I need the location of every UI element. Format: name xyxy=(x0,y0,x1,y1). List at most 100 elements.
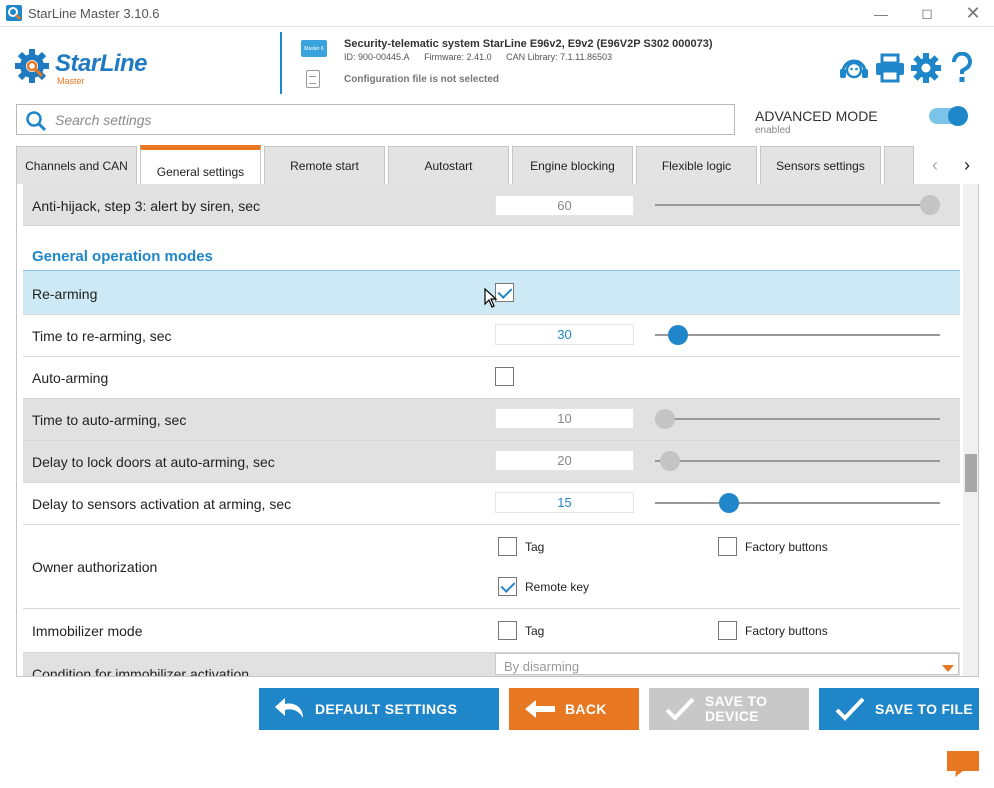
tab-scroll-right-icon[interactable]: › xyxy=(956,152,978,178)
slider-thumb[interactable] xyxy=(655,409,675,429)
auto-arming-checkbox[interactable] xyxy=(495,367,514,386)
tab-flexible-logic[interactable]: Flexible logic xyxy=(636,146,757,184)
firmware-version: Firmware: 2.41.0 xyxy=(424,52,492,62)
time-re-arming-label: Time to re-arming, sec xyxy=(32,328,172,344)
save-to-file-label: SAVE TO FILE xyxy=(875,701,973,717)
gear-icon[interactable] xyxy=(910,52,942,84)
settings-panel: Anti-hijack, step 3: alert by siren, sec… xyxy=(16,184,979,677)
save-to-file-button[interactable]: SAVE TO FILE xyxy=(819,688,979,730)
system-meta: ID: 900-00445.A Firmware: 2.41.0 CAN Lib… xyxy=(344,52,624,62)
device-id: ID: 900-00445.A xyxy=(344,52,410,62)
row-time-re-arming: Time to re-arming, sec 30 xyxy=(23,315,960,357)
save-to-device-label: SAVE TO DEVICE xyxy=(705,694,767,724)
search-bar xyxy=(16,104,735,135)
save-to-device-button[interactable]: SAVE TO DEVICE xyxy=(649,688,809,730)
immobilizer-condition-dropdown[interactable]: By disarming xyxy=(495,653,959,675)
printer-icon[interactable] xyxy=(874,52,906,84)
owner-authorization-label: Owner authorization xyxy=(32,559,158,575)
immobilizer-condition-label: Condition for immobilizer activation xyxy=(32,666,250,677)
row-immobilizer-mode: Immobilizer mode Tag Factory buttons xyxy=(23,609,960,653)
back-label: BACK xyxy=(565,701,607,717)
row-delay-lock-doors: Delay to lock doors at auto-arming, sec … xyxy=(23,441,960,483)
delay-lock-doors-value[interactable]: 20 xyxy=(495,450,634,471)
chevron-down-icon xyxy=(942,665,954,672)
immobilizer-mode-label: Immobilizer mode xyxy=(32,623,143,639)
time-re-arming-slider[interactable] xyxy=(655,325,940,345)
support-icon[interactable] xyxy=(838,52,870,84)
minimize-button[interactable]: — xyxy=(858,0,904,27)
advanced-mode-toggle[interactable] xyxy=(929,106,968,126)
gear-logo-icon xyxy=(15,49,49,83)
row-immobilizer-condition: Condition for immobilizer activation By … xyxy=(23,653,960,677)
device-icon: Master 6 xyxy=(301,40,327,57)
toggle-knob xyxy=(948,106,968,126)
time-auto-arming-label: Time to auto-arming, sec xyxy=(32,412,187,428)
maximize-button[interactable]: ◻ xyxy=(904,0,950,27)
owner-remote-key-label: Remote key xyxy=(525,580,590,594)
tab-sensors-settings[interactable]: Sensors settings xyxy=(760,146,881,184)
immobilizer-tag-label: Tag xyxy=(525,624,545,638)
delay-sensors-slider[interactable] xyxy=(655,493,940,513)
save-to-device-line2: DEVICE xyxy=(705,708,759,724)
row-owner-authorization: Owner authorization Tag Factory buttons … xyxy=(23,525,960,609)
tab-remote-start[interactable]: Remote start xyxy=(264,146,385,184)
brand-name: StarLine xyxy=(55,50,148,77)
delay-sensors-value[interactable]: 15 xyxy=(495,492,634,513)
default-settings-label: DEFAULT SETTINGS xyxy=(315,701,458,717)
back-button[interactable]: BACK xyxy=(509,688,639,730)
scrollbar-thumb[interactable] xyxy=(965,454,977,492)
tab-general-settings[interactable]: General settings xyxy=(140,145,261,185)
slider-thumb[interactable] xyxy=(660,451,681,471)
undo-icon xyxy=(275,698,303,718)
chat-icon[interactable] xyxy=(947,751,979,777)
anti-hijack-slider[interactable] xyxy=(655,195,940,215)
time-auto-arming-slider[interactable] xyxy=(655,409,940,429)
checkmark-icon xyxy=(835,697,865,721)
immobilizer-condition-value: By disarming xyxy=(504,659,580,674)
advanced-mode-status: enabled xyxy=(755,125,791,136)
tab-channels-and-can[interactable]: Channels and CAN xyxy=(16,146,137,184)
scrollbar[interactable] xyxy=(963,184,978,676)
owner-tag-label: Tag xyxy=(525,540,545,554)
tab-bar: Channels and CAN General settings Remote… xyxy=(16,145,946,185)
time-re-arming-value[interactable]: 30 xyxy=(495,324,634,345)
owner-factory-buttons-checkbox[interactable] xyxy=(718,537,737,556)
default-settings-button[interactable]: DEFAULT SETTINGS xyxy=(259,688,499,730)
title-bar: StarLine Master 3.10.6 — ◻ ✕ xyxy=(0,0,994,27)
file-icon xyxy=(306,70,320,88)
app-icon xyxy=(6,5,22,21)
delay-lock-doors-slider[interactable] xyxy=(655,451,940,471)
auto-arming-label: Auto-arming xyxy=(32,370,109,386)
tab-autostart[interactable]: Autostart xyxy=(388,146,509,184)
owner-factory-buttons-label: Factory buttons xyxy=(745,540,828,554)
system-title: Security-telematic system StarLine E96v2… xyxy=(344,38,713,50)
delay-lock-doors-label: Delay to lock doors at auto-arming, sec xyxy=(32,454,275,470)
checkmark-icon xyxy=(665,697,695,721)
window-title: StarLine Master 3.10.6 xyxy=(28,6,160,21)
save-to-device-line1: SAVE TO xyxy=(705,693,768,709)
tab-overflow[interactable] xyxy=(884,146,914,184)
slider-thumb[interactable] xyxy=(668,325,689,345)
delay-sensors-label: Delay to sensors activation at arming, s… xyxy=(32,496,292,512)
arrow-left-icon xyxy=(525,700,555,718)
search-icon xyxy=(26,111,47,132)
row-anti-hijack: Anti-hijack, step 3: alert by siren, sec… xyxy=(23,184,960,226)
close-button[interactable]: ✕ xyxy=(950,0,994,27)
header-divider xyxy=(280,32,282,94)
time-auto-arming-value[interactable]: 10 xyxy=(495,408,634,429)
slider-thumb[interactable] xyxy=(718,493,739,513)
slider-thumb[interactable] xyxy=(920,195,940,215)
tab-engine-blocking[interactable]: Engine blocking xyxy=(512,146,633,184)
can-library: CAN Library: 7.1.11.86503 xyxy=(506,52,613,62)
immobilizer-factory-buttons-checkbox[interactable] xyxy=(718,621,737,640)
owner-remote-key-checkbox[interactable] xyxy=(498,577,517,596)
section-title: General operation modes xyxy=(32,248,213,265)
anti-hijack-value[interactable]: 60 xyxy=(495,195,634,216)
immobilizer-tag-checkbox[interactable] xyxy=(498,621,517,640)
help-icon[interactable] xyxy=(946,52,978,84)
tab-scroll-left-icon[interactable]: ‹ xyxy=(924,152,946,178)
re-arming-label: Re-arming xyxy=(32,286,98,302)
anti-hijack-label: Anti-hijack, step 3: alert by siren, sec xyxy=(32,198,260,214)
owner-tag-checkbox[interactable] xyxy=(498,537,517,556)
search-input[interactable] xyxy=(55,109,715,131)
